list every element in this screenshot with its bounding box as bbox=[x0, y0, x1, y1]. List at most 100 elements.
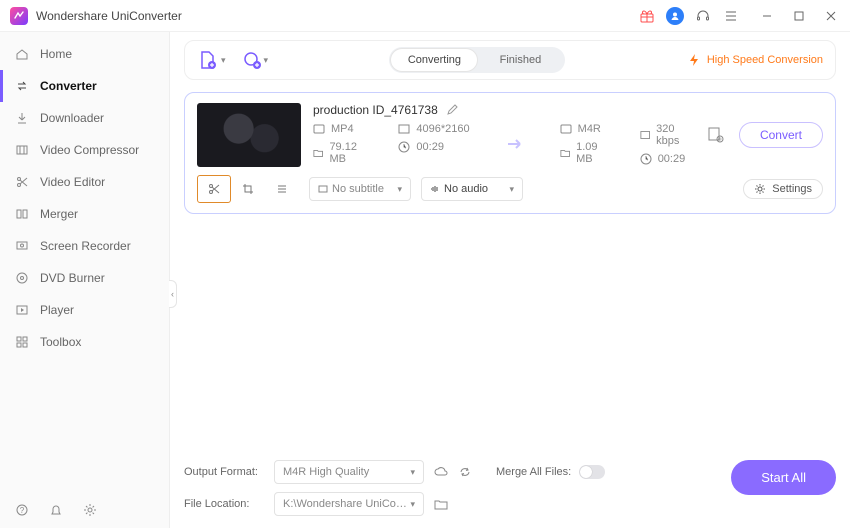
dst-size: 1.09 MB bbox=[576, 141, 612, 165]
clock-icon bbox=[640, 153, 652, 165]
chevron-down-icon: ▾ bbox=[410, 467, 415, 478]
play-icon bbox=[14, 302, 30, 318]
sidebar-item-label: Screen Recorder bbox=[40, 239, 131, 253]
audio-icon bbox=[430, 184, 440, 194]
sidebar-item-label: Downloader bbox=[40, 111, 104, 125]
folder-icon bbox=[313, 147, 323, 159]
tabs: Converting Finished bbox=[389, 47, 565, 73]
trim-icon[interactable] bbox=[197, 175, 231, 203]
dst-format: M4R bbox=[578, 123, 601, 135]
converter-icon bbox=[14, 78, 30, 94]
video-icon bbox=[313, 123, 325, 135]
scissors-icon bbox=[14, 174, 30, 190]
help-icon[interactable]: ? bbox=[14, 502, 30, 518]
high-speed-label: High Speed Conversion bbox=[707, 54, 823, 66]
settings-button[interactable]: Settings bbox=[743, 179, 823, 199]
dst-bitrate: 320 kbps bbox=[656, 123, 695, 147]
folder-icon bbox=[560, 147, 570, 159]
subtitle-select[interactable]: No subtitle ▾ bbox=[309, 177, 411, 201]
toolbar: ▾ ▾ Converting Finished High Speed Conve… bbox=[184, 40, 836, 80]
start-all-button[interactable]: Start All bbox=[731, 460, 836, 495]
crop-icon[interactable] bbox=[231, 175, 265, 203]
sync-icon[interactable] bbox=[458, 465, 472, 479]
edit-title-icon[interactable] bbox=[446, 104, 458, 116]
file-title: production ID_4761738 bbox=[313, 103, 438, 117]
output-format-select[interactable]: M4R High Quality ▾ bbox=[274, 460, 424, 484]
sidebar: Home Converter Downloader Video Compress… bbox=[0, 32, 170, 528]
video-thumbnail[interactable] bbox=[197, 103, 301, 167]
sidebar-item-dvd[interactable]: DVD Burner bbox=[0, 262, 169, 294]
src-size: 79.12 MB bbox=[329, 141, 370, 165]
sidebar-item-label: Player bbox=[40, 303, 74, 317]
sidebar-item-merger[interactable]: Merger bbox=[0, 198, 169, 230]
audio-select[interactable]: No audio ▾ bbox=[421, 177, 523, 201]
sidebar-item-label: Video Compressor bbox=[40, 143, 139, 157]
user-icon[interactable] bbox=[666, 7, 684, 25]
output-settings-icon[interactable] bbox=[707, 126, 725, 144]
gear-icon bbox=[754, 183, 766, 195]
sidebar-item-recorder[interactable]: Screen Recorder bbox=[0, 230, 169, 262]
chevron-down-icon: ▾ bbox=[410, 499, 415, 510]
merge-toggle[interactable] bbox=[579, 465, 605, 479]
recorder-icon bbox=[14, 238, 30, 254]
minimize-icon[interactable] bbox=[758, 7, 776, 25]
app-logo bbox=[10, 7, 28, 25]
dst-dur: 00:29 bbox=[658, 153, 686, 165]
chevron-down-icon: ▾ bbox=[221, 55, 226, 66]
add-file-button[interactable]: ▾ bbox=[197, 49, 226, 71]
disc-icon bbox=[14, 270, 30, 286]
compress-icon bbox=[14, 142, 30, 158]
sidebar-item-label: DVD Burner bbox=[40, 271, 105, 285]
convert-button[interactable]: Convert bbox=[739, 122, 823, 148]
sidebar-item-converter[interactable]: Converter bbox=[0, 70, 169, 102]
subtitle-icon bbox=[318, 184, 328, 194]
sidebar-item-label: Merger bbox=[40, 207, 78, 221]
merge-icon bbox=[14, 206, 30, 222]
chevron-down-icon: ▾ bbox=[509, 184, 514, 195]
bolt-icon bbox=[687, 53, 701, 67]
clock-icon bbox=[398, 141, 410, 153]
src-format: MP4 bbox=[331, 123, 354, 135]
sidebar-item-label: Home bbox=[40, 47, 72, 61]
src-dur: 00:29 bbox=[416, 141, 444, 153]
sidebar-item-label: Toolbox bbox=[40, 335, 81, 349]
gift-icon[interactable] bbox=[638, 7, 656, 25]
high-speed-button[interactable]: High Speed Conversion bbox=[687, 53, 823, 67]
file-card: production ID_4761738 MP4 79.12 MB 4096*… bbox=[184, 92, 836, 214]
sidebar-item-toolbox[interactable]: Toolbox bbox=[0, 326, 169, 358]
chevron-down-icon: ▾ bbox=[397, 184, 402, 195]
sidebar-item-label: Converter bbox=[40, 79, 97, 93]
close-icon[interactable] bbox=[822, 7, 840, 25]
merge-label: Merge All Files: bbox=[496, 466, 571, 478]
output-format-label: Output Format: bbox=[184, 466, 264, 478]
menu-icon[interactable] bbox=[722, 7, 740, 25]
cloud-icon[interactable] bbox=[434, 465, 448, 479]
tab-finished[interactable]: Finished bbox=[477, 49, 563, 71]
headset-icon[interactable] bbox=[694, 7, 712, 25]
video-icon bbox=[560, 123, 572, 135]
collapse-sidebar-icon[interactable]: ‹ bbox=[169, 280, 177, 308]
effect-icon[interactable] bbox=[265, 175, 299, 203]
svg-text:?: ? bbox=[20, 506, 25, 515]
sidebar-item-label: Video Editor bbox=[40, 175, 105, 189]
sidebar-item-downloader[interactable]: Downloader bbox=[0, 102, 169, 134]
tab-converting[interactable]: Converting bbox=[391, 49, 477, 71]
bitrate-icon bbox=[640, 129, 650, 141]
maximize-icon[interactable] bbox=[790, 7, 808, 25]
grid-icon bbox=[14, 334, 30, 350]
sidebar-item-compressor[interactable]: Video Compressor bbox=[0, 134, 169, 166]
arrow-icon bbox=[498, 123, 532, 165]
sidebar-item-editor[interactable]: Video Editor bbox=[0, 166, 169, 198]
file-location-select[interactable]: K:\Wondershare UniConverter ▾ bbox=[274, 492, 424, 516]
sidebar-item-player[interactable]: Player bbox=[0, 294, 169, 326]
add-url-button[interactable]: ▾ bbox=[242, 50, 269, 70]
chevron-down-icon: ▾ bbox=[264, 55, 269, 66]
src-res: 4096*2160 bbox=[416, 123, 469, 135]
home-icon bbox=[14, 46, 30, 62]
sidebar-item-home[interactable]: Home bbox=[0, 38, 169, 70]
file-location-label: File Location: bbox=[184, 498, 264, 510]
gear-icon[interactable] bbox=[82, 502, 98, 518]
bell-icon[interactable] bbox=[48, 502, 64, 518]
download-icon bbox=[14, 110, 30, 126]
open-folder-icon[interactable] bbox=[434, 497, 448, 511]
